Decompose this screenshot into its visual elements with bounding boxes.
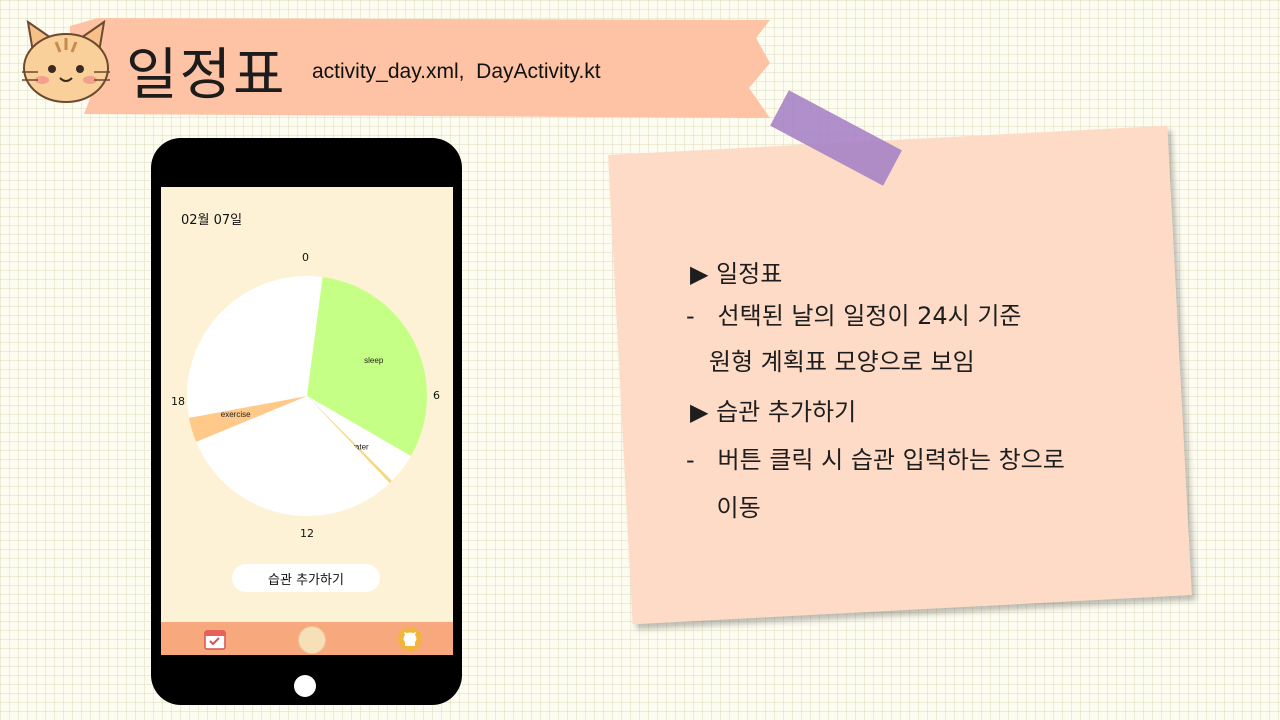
phone-home-button[interactable] <box>294 675 316 697</box>
hour-label-12: 12 <box>300 527 314 540</box>
hour-label-0: 0 <box>302 251 309 264</box>
note-line-1: ▶ 일정표 <box>690 260 783 288</box>
note-line-2: - 선택된 날의 일정이 24시 기준 <box>686 302 1022 330</box>
phone-screen: 02월 07일 0 6 12 18 sleep water exercise 습관 … <box>161 187 453 655</box>
bottom-nav <box>161 622 453 655</box>
date-label: 02월 07일 <box>181 213 243 228</box>
page-title: 일정표 <box>126 43 287 108</box>
schedule-pie-chart: sleepwaterexercise <box>187 276 427 516</box>
note-line-3: 원형 계획표 모양으로 보임 <box>686 348 975 376</box>
cat-logo-icon <box>22 19 110 103</box>
note-line-5: - 버튼 클릭 시 습관 입력하는 창으로 <box>686 446 1065 474</box>
pie-label-sleep: sleep <box>364 356 384 365</box>
github-icon[interactable] <box>397 626 423 652</box>
pie-label-exercise: exercise <box>221 410 251 419</box>
note-line-6: 이동 <box>686 494 761 522</box>
add-habit-button[interactable]: 습관 추가하기 <box>232 564 380 592</box>
calendar-icon[interactable] <box>203 627 227 651</box>
hour-label-6: 6 <box>433 389 440 402</box>
note-line-4: ▶ 습관 추가하기 <box>690 398 857 426</box>
hour-label-18: 18 <box>171 395 185 408</box>
file-names: activity_day.xml, DayActivity.kt <box>312 60 601 83</box>
pie-slice-empty-6 <box>187 276 318 418</box>
home-icon[interactable] <box>298 626 326 654</box>
